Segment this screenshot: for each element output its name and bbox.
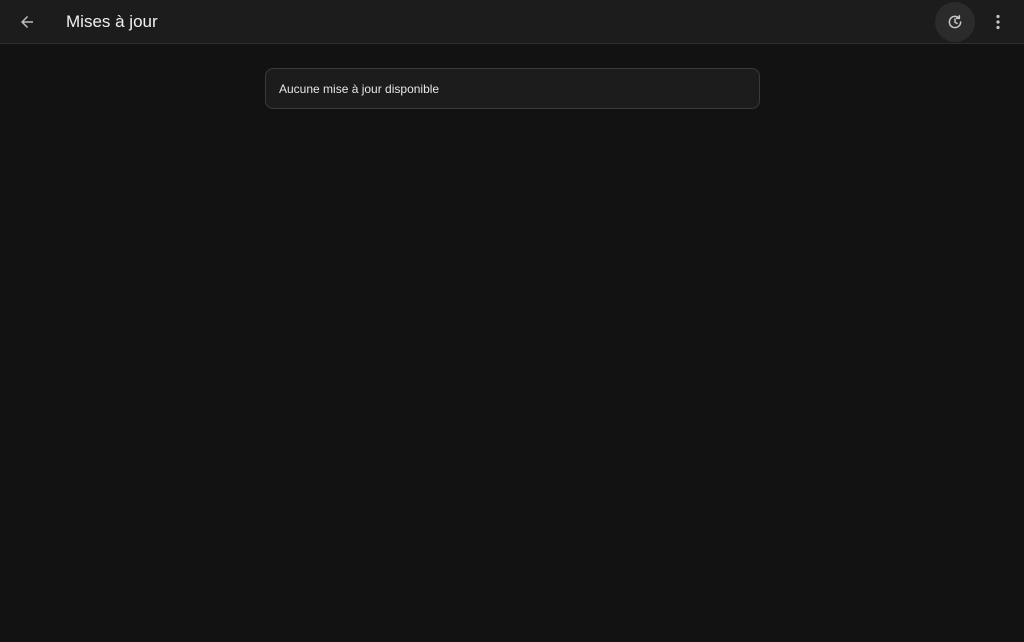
arrow-left-icon (18, 13, 36, 31)
no-updates-card: Aucune mise à jour disponible (265, 68, 760, 109)
page-title: Mises à jour (66, 12, 158, 31)
refresh-button[interactable] (935, 2, 975, 42)
refresh-history-icon (946, 13, 964, 31)
updates-screen: Mises à jour Aucune mise à jour disponib… (0, 0, 1024, 642)
back-button[interactable] (8, 3, 46, 41)
no-updates-message: Aucune mise à jour disponible (279, 82, 440, 96)
more-options-button[interactable] (984, 2, 1012, 42)
top-app-bar: Mises à jour (0, 0, 1024, 44)
more-vertical-icon (995, 14, 1001, 30)
